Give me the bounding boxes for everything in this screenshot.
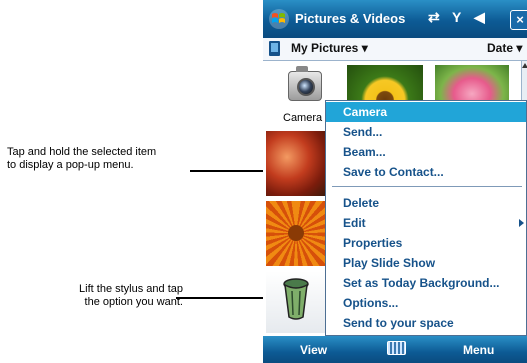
softkey-view[interactable]: View — [300, 343, 327, 357]
close-icon[interactable]: × — [510, 10, 527, 30]
start-logo-icon[interactable] — [268, 8, 290, 30]
menu-item-set-as-today-background[interactable]: Set as Today Background... — [326, 273, 526, 293]
sort-dropdown[interactable]: Date ▾ — [487, 41, 522, 55]
menu-item-send[interactable]: Send... — [326, 122, 526, 142]
submenu-arrow-icon — [519, 219, 524, 227]
app-title: Pictures & Videos — [295, 11, 406, 26]
menu-item-save-to-contact[interactable]: Save to Contact... — [326, 162, 526, 182]
camera-icon — [288, 66, 322, 101]
menu-item-properties[interactable]: Properties — [326, 233, 526, 253]
device-icon — [269, 41, 280, 56]
menu-item-send-to-your-space[interactable]: Send to your space — [326, 313, 526, 333]
volume-icon[interactable]: ◀ — [474, 9, 485, 26]
connectivity-icon[interactable]: ⇄ — [428, 9, 440, 26]
folder-bar: My Pictures ▾ Date ▾ — [263, 38, 527, 61]
soft-key-bar: View Menu — [263, 336, 527, 363]
title-bar: Pictures & Videos ⇄ Y ◀ × — [263, 0, 527, 38]
callout-lift-stylus: Lift the stylus and tap the option you w… — [79, 283, 183, 308]
menu-item-beam[interactable]: Beam... — [326, 142, 526, 162]
menu-separator — [332, 186, 522, 187]
recycle-bin-icon — [283, 278, 309, 320]
menu-item-delete[interactable]: Delete — [326, 193, 526, 213]
pocket-pc-screen: Pictures & Videos ⇄ Y ◀ × My Pictures ▾ … — [263, 0, 527, 363]
context-menu: Camera Send... Beam... Save to Contact..… — [325, 100, 527, 336]
menu-item-play-slide-show[interactable]: Play Slide Show — [326, 253, 526, 273]
menu-item-camera[interactable]: Camera — [326, 102, 526, 122]
thumbnail-selected[interactable] — [266, 271, 326, 333]
thumbnail-apples[interactable] — [266, 131, 326, 196]
thumbnail-orange-flower[interactable] — [266, 201, 326, 266]
camera-label: Camera — [283, 112, 323, 124]
signal-icon[interactable]: Y — [452, 9, 461, 25]
menu-item-edit-label: Edit — [343, 216, 366, 230]
callout-tap-and-hold: Tap and hold the selected item to displa… — [7, 146, 157, 171]
scroll-up-icon[interactable] — [522, 63, 527, 68]
folder-dropdown[interactable]: My Pictures ▾ — [291, 41, 368, 55]
menu-item-edit[interactable]: Edit — [326, 213, 526, 233]
keyboard-icon[interactable] — [387, 341, 406, 355]
softkey-menu[interactable]: Menu — [463, 343, 494, 357]
menu-item-options[interactable]: Options... — [326, 293, 526, 313]
